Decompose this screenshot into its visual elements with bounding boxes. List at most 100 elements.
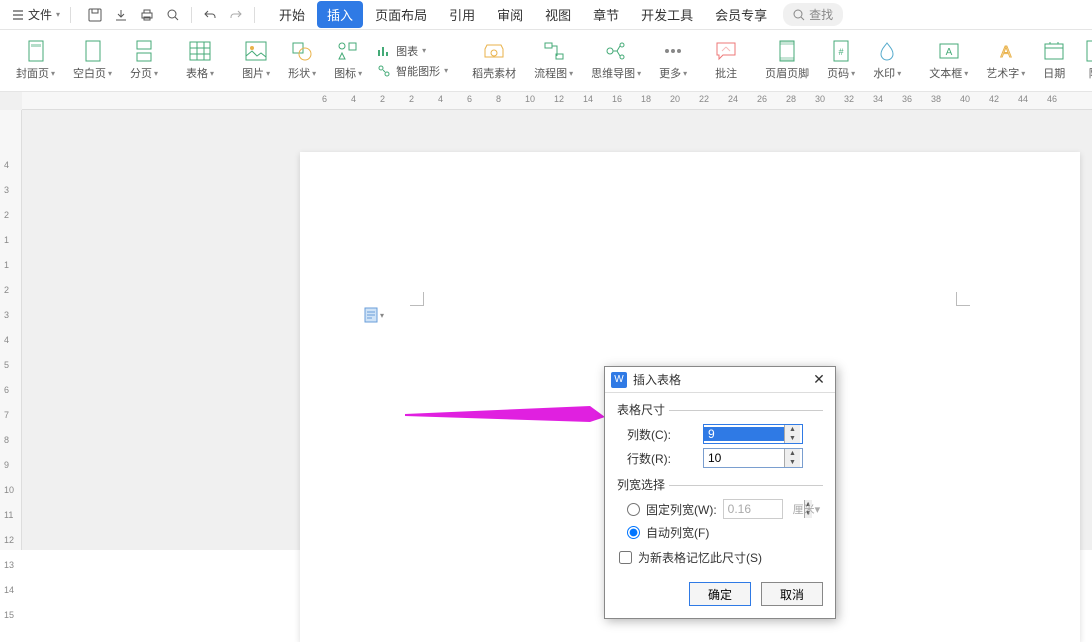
search-placeholder: 查找: [809, 6, 833, 23]
ruler-tick: 14: [583, 92, 593, 109]
more-button[interactable]: 更多▾: [651, 38, 695, 83]
tab-页面布局[interactable]: 页面布局: [365, 1, 437, 28]
mindmap-icon: [605, 40, 627, 62]
section-size-label: 表格尺寸: [617, 401, 823, 418]
svg-text:A: A: [1000, 44, 1011, 61]
separator: [254, 7, 255, 23]
hamburger-icon: [12, 9, 24, 21]
rows-input[interactable]: ▲▼: [703, 448, 803, 468]
textbox-button[interactable]: A文本框▾: [921, 38, 976, 83]
fixed-width-radio[interactable]: [627, 503, 640, 516]
tab-开始[interactable]: 开始: [269, 1, 315, 28]
remember-size-checkbox[interactable]: [619, 551, 632, 564]
ruler-tick: 13: [4, 560, 14, 570]
ruler-tick: 44: [1018, 92, 1028, 109]
ruler-tick: 6: [322, 92, 327, 109]
ruler-tick: 38: [931, 92, 941, 109]
tab-视图[interactable]: 视图: [535, 1, 581, 28]
cancel-button[interactable]: 取消: [761, 582, 823, 606]
docer-button[interactable]: 稻壳素材: [464, 38, 524, 83]
ruler-tick: 4: [4, 160, 9, 170]
header-footer-icon: [776, 40, 798, 62]
ruler-tick: 18: [641, 92, 651, 109]
horizontal-ruler[interactable]: 6422468101214161820222426283032343638404…: [22, 92, 1092, 110]
chart-button[interactable]: 图表▾: [372, 42, 452, 60]
ruler-tick: 24: [728, 92, 738, 109]
ruler-tick: 8: [4, 435, 9, 445]
file-menu[interactable]: 文件 ▾: [6, 4, 66, 25]
page-break-icon: [133, 40, 155, 62]
print-icon[interactable]: [135, 3, 159, 27]
auto-width-radio[interactable]: [627, 526, 640, 539]
ruler-tick: 8: [496, 92, 501, 109]
wordart-button[interactable]: A艺术字▾: [978, 38, 1033, 83]
search-box[interactable]: 查找: [783, 3, 843, 26]
flowchart-icon: [543, 40, 565, 62]
export-icon[interactable]: [109, 3, 133, 27]
shape-button[interactable]: 形状▾: [280, 38, 324, 83]
paste-options-icon[interactable]: ▾: [364, 307, 384, 323]
tab-开发工具[interactable]: 开发工具: [631, 1, 703, 28]
redo-icon[interactable]: [224, 3, 248, 27]
undo-icon[interactable]: [198, 3, 222, 27]
page-number-button[interactable]: #页码▾: [819, 38, 863, 83]
ruler-tick: 40: [960, 92, 970, 109]
header-footer-button[interactable]: 页眉页脚: [757, 38, 817, 83]
spin-up-icon[interactable]: ▲: [785, 425, 800, 434]
shape-icon: [291, 40, 313, 62]
ruler-tick: 9: [4, 460, 9, 470]
tab-章节[interactable]: 章节: [583, 1, 629, 28]
ruler-tick: 1: [4, 235, 9, 245]
columns-value[interactable]: [704, 427, 784, 441]
spin-down-icon[interactable]: ▼: [785, 434, 800, 443]
save-icon[interactable]: [83, 3, 107, 27]
ruler-tick: 2: [380, 92, 385, 109]
tab-会员专享[interactable]: 会员专享: [705, 1, 777, 28]
ruler-tick: 15: [4, 610, 14, 620]
close-button[interactable]: ✕: [809, 371, 829, 388]
rows-value[interactable]: [704, 451, 784, 465]
ruler-tick: 36: [902, 92, 912, 109]
ruler-tick: 1: [4, 260, 9, 270]
smartart-button[interactable]: 智能图形▾: [372, 62, 452, 80]
auto-width-label: 自动列宽(F): [646, 524, 709, 541]
picture-icon: [245, 40, 267, 62]
attach-button[interactable]: 附: [1075, 38, 1092, 83]
spin-down-icon[interactable]: ▼: [785, 458, 800, 467]
ruler-tick: 4: [438, 92, 443, 109]
comment-icon: [715, 40, 737, 62]
watermark-button[interactable]: 水印▾: [865, 38, 909, 83]
page-break-button[interactable]: 分页▾: [122, 38, 166, 83]
cover-page-button[interactable]: 封面页▾: [8, 38, 63, 83]
ok-button[interactable]: 确定: [689, 582, 751, 606]
search-icon: [793, 9, 805, 21]
spin-up-icon[interactable]: ▲: [785, 449, 800, 458]
app-icon: W: [611, 372, 627, 388]
dialog-title: 插入表格: [633, 371, 681, 388]
tab-审阅[interactable]: 审阅: [487, 1, 533, 28]
date-button[interactable]: 日期: [1035, 38, 1073, 83]
preview-icon[interactable]: [161, 3, 185, 27]
fixed-width-input[interactable]: ▲▼: [723, 499, 783, 519]
chart-icon: [376, 43, 392, 59]
table-button[interactable]: 表格▾: [178, 38, 222, 83]
vertical-ruler[interactable]: 4321123456789101112131415: [0, 110, 22, 550]
tab-引用[interactable]: 引用: [439, 1, 485, 28]
blank-page-button[interactable]: 空白页▾: [65, 38, 120, 83]
remember-size-label: 为新表格记忆此尺寸(S): [638, 549, 762, 566]
flowchart-button[interactable]: 流程图▾: [526, 38, 581, 83]
attach-icon: [1083, 40, 1092, 62]
ruler-tick: 3: [4, 185, 9, 195]
picture-button[interactable]: 图片▾: [234, 38, 278, 83]
tab-插入[interactable]: 插入: [317, 1, 363, 28]
more-icon: [662, 40, 684, 62]
icon-button[interactable]: 图标▾: [326, 38, 370, 83]
ruler-tick: 2: [4, 285, 9, 295]
section-width-label: 列宽选择: [617, 476, 823, 493]
comment-button[interactable]: 批注: [707, 38, 745, 83]
columns-input[interactable]: ▲▼: [703, 424, 803, 444]
ruler-tick: 12: [554, 92, 564, 109]
ruler-tick: 22: [699, 92, 709, 109]
ruler-tick: 16: [612, 92, 622, 109]
mindmap-button[interactable]: 思维导图▾: [583, 38, 649, 83]
